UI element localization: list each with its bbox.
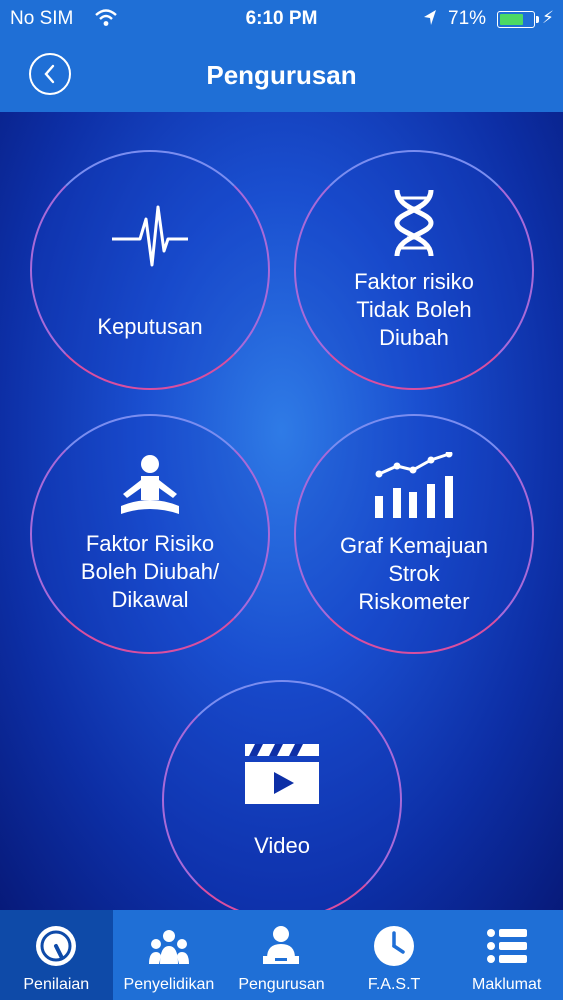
tab-maklumat[interactable]: Maklumat	[450, 910, 563, 1000]
tile-faktor-risiko-boleh-diubah[interactable]: Faktor Risiko Boleh Diubah/ Dikawal	[30, 414, 270, 654]
people-group-icon	[148, 930, 189, 964]
meditation-icon	[121, 455, 179, 514]
tab-label: Pengurusan	[238, 976, 325, 993]
tab-label: Penyelidikan	[123, 976, 215, 993]
tile-label: Graf Kemajuan Strok Riskometer	[340, 533, 488, 614]
tab-bar: Penilaian Penyelidikan Pengurusan F.A.S.…	[0, 910, 563, 1000]
tile-label: Faktor Risiko Boleh Diubah/ Dikawal	[80, 531, 220, 612]
tile-faktor-risiko-tidak-boleh-diubah[interactable]: Faktor risiko Tidak Boleh Diubah	[294, 150, 534, 390]
tile-label: Video	[254, 833, 310, 858]
tab-fast[interactable]: F.A.S.T	[338, 910, 451, 1000]
tile-graf-kemajuan-strok-riskometer[interactable]: Graf Kemajuan Strok Riskometer	[294, 414, 534, 654]
tab-label: Penilaian	[23, 976, 90, 993]
battery-icon	[497, 11, 539, 28]
dna-icon	[394, 189, 434, 257]
management-menu: Keputusan Faktor risiko Tidak Boleh Diub…	[0, 112, 563, 910]
page-title: Pengurusan	[206, 60, 357, 90]
person-laptop-icon	[263, 926, 300, 964]
tile-video[interactable]: Video	[162, 680, 402, 910]
gauge-icon	[36, 926, 77, 966]
tab-penyelidikan[interactable]: Penyelidikan	[113, 910, 226, 1000]
heartbeat-icon	[112, 205, 188, 267]
tab-label: Maklumat	[471, 976, 542, 993]
location-arrow-icon	[422, 8, 438, 34]
tile-keputusan[interactable]: Keputusan	[30, 150, 270, 390]
tile-label: Keputusan	[97, 314, 203, 339]
tab-pengurusan[interactable]: Pengurusan	[225, 910, 338, 1000]
clock-icon	[374, 926, 415, 966]
tile-label: Faktor risiko Tidak Boleh Diubah	[354, 269, 474, 350]
status-bar: No SIM 6:10 PM 71% ⚡	[0, 0, 563, 40]
tab-penilaian[interactable]: Penilaian	[0, 910, 113, 1000]
tab-label: F.A.S.T	[367, 976, 421, 993]
charging-bolt-icon: ⚡	[542, 8, 554, 27]
list-icon	[486, 929, 527, 963]
bar-chart-trend-icon	[375, 452, 453, 518]
battery-percent: 71%	[448, 8, 487, 29]
video-clapper-icon	[245, 744, 319, 804]
navigation-bar: Pengurusan	[0, 40, 563, 112]
